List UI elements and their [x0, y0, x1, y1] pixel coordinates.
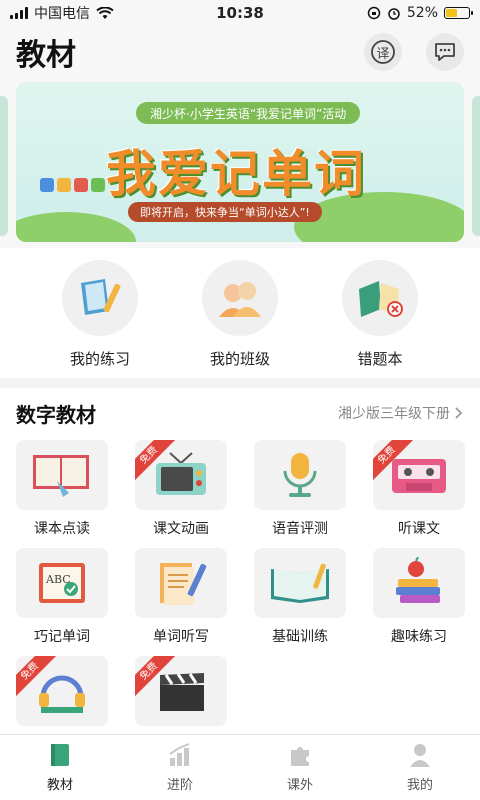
quick-actions: 我的练习 我的班级 错题本 [0, 248, 480, 378]
microphone-icon [254, 440, 346, 510]
tab-textbook[interactable]: 教材 [0, 735, 120, 800]
quick-action-label: 我的班级 [209, 350, 270, 368]
textbook-reading-icon [16, 440, 108, 510]
person-tab-icon [410, 744, 430, 767]
book-selector-label: 湘少版三年级下册 [338, 406, 450, 422]
puzzle-tab-icon [291, 747, 309, 766]
book-pencil-icon [62, 260, 138, 336]
tile-label: 课文动画 [153, 521, 209, 537]
banner-carousel: 湘少杯·小学生英语“我爱记单词”活动 我爱记单词 即将开启，快来争当“单词小达人… [0, 78, 480, 248]
tile-label: 基础训练 [272, 629, 328, 645]
tile-label: 听课文 [398, 521, 440, 537]
section-divider [0, 378, 480, 388]
class-people-icon [202, 260, 278, 336]
alarm-icon [388, 8, 400, 20]
tile-fun-practice[interactable]: 趣味练习 [373, 548, 465, 646]
tile-word-dictation[interactable]: 单词听写 [135, 548, 227, 646]
feature-grid: 课本点读 免费 课文动画 语音评测 免费 听课文 ABC 巧记单词 单词听写 基… [16, 440, 465, 754]
quick-action-my-practice[interactable]: 我的练习 [45, 260, 155, 378]
carrier-name: 中国电信 [34, 6, 90, 22]
banner-next-peek[interactable] [472, 96, 480, 236]
quick-action-my-class[interactable]: 我的班级 [185, 260, 295, 378]
quick-action-label: 错题本 [357, 350, 403, 368]
battery-percent: 52% [406, 5, 438, 21]
apple-books-icon [373, 548, 465, 618]
book-selector[interactable]: 湘少版三年级下册 [338, 403, 464, 423]
tile-textbook-reading[interactable]: 课本点读 [16, 440, 108, 538]
dictation-paper-icon [135, 548, 227, 618]
wrong-answer-book-icon [342, 260, 418, 336]
tab-mine[interactable]: 我的 [360, 735, 480, 800]
status-right: 52% [367, 5, 473, 21]
status-left: 中国电信 [10, 3, 114, 23]
translate-button[interactable]: 译 [364, 33, 402, 71]
header: 教材 译 [0, 26, 480, 78]
page-title: 教材 [16, 38, 76, 73]
battery-level [446, 9, 458, 17]
tab-label: 课外 [286, 778, 313, 793]
tile-listen-text[interactable]: 免费 听课文 [373, 440, 465, 538]
banner-pill: 湘少杯·小学生英语“我爱记单词”活动 [136, 102, 361, 124]
quick-action-wrong-book[interactable]: 错题本 [325, 260, 435, 378]
headphones-books-icon: 免费 [16, 656, 108, 726]
section-title: 数字教材 [16, 402, 96, 427]
banner-title: 我爱记单词 [106, 145, 366, 203]
message-icon [435, 43, 455, 61]
tile-word-memorize[interactable]: ABC 巧记单词 [16, 548, 108, 646]
status-bar: 中国电信 10:38 52% [0, 0, 480, 26]
battery-icon [444, 7, 473, 19]
translate-icon-text: 译 [376, 46, 390, 62]
clapperboard-icon: 免费 [135, 656, 227, 726]
bar-chart-tab-icon [169, 743, 190, 766]
tab-bar: 教材 进阶 课外 我的 [0, 734, 480, 800]
digital-textbook-header: 数字教材 湘少版三年级下册 [16, 396, 464, 430]
textbook-tab-icon [51, 744, 69, 766]
banner-letter-blocks [40, 178, 105, 192]
open-book-icon [254, 548, 346, 618]
banner-prev-peek[interactable] [0, 96, 8, 236]
banner[interactable]: 湘少杯·小学生英语“我爱记单词”活动 我爱记单词 即将开启，快来争当“单词小达人… [16, 82, 464, 242]
tab-label: 进阶 [166, 778, 193, 793]
tile-basic-training[interactable]: 基础训练 [254, 548, 346, 646]
tile-label: 语音评测 [272, 521, 328, 537]
abc-board-icon: ABC [16, 548, 108, 618]
tile-label: 巧记单词 [34, 629, 90, 645]
tab-label: 我的 [406, 778, 433, 793]
tile-text-animation[interactable]: 免费 课文动画 [135, 440, 227, 538]
tile-label: 课本点读 [34, 521, 90, 537]
tile-voice-evaluation[interactable]: 语音评测 [254, 440, 346, 538]
tab-advanced[interactable]: 进阶 [120, 735, 240, 800]
header-actions: 译 [364, 33, 464, 71]
cassette-tape-icon: 免费 [373, 440, 465, 510]
rotation-lock-icon [367, 6, 381, 20]
banner-hill-left [16, 212, 136, 242]
tab-extracurricular[interactable]: 课外 [240, 735, 360, 800]
tile-label: 趣味练习 [391, 629, 447, 645]
banner-subtitle: 即将开启，快来争当“单词小达人”! [128, 202, 322, 222]
message-button[interactable] [426, 33, 464, 71]
tv-animation-icon: 免费 [135, 440, 227, 510]
chevron-right-icon [455, 407, 463, 419]
signal-icon [10, 7, 28, 19]
wifi-icon [96, 6, 114, 19]
quick-action-label: 我的练习 [69, 350, 130, 368]
tab-label: 教材 [46, 778, 73, 793]
tile-label: 单词听写 [153, 629, 209, 645]
